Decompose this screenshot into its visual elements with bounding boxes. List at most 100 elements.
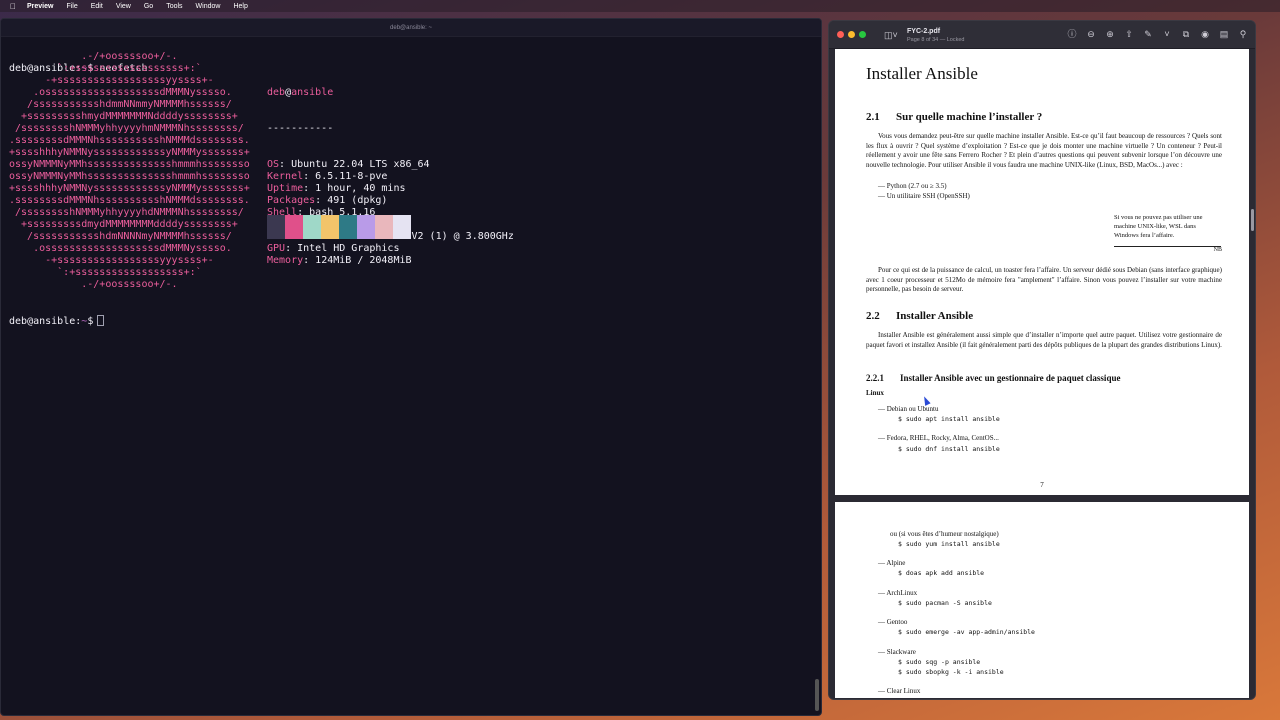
preview-toolbar: ◫˅ FYC-2.pdf Page 8 of 34 — Locked ⓘ ⊖ ⊕…	[829, 21, 1255, 49]
code-slackware-1: $ sudo sqg -p ansible	[898, 658, 981, 666]
info-value: 1 hour, 40 mins	[315, 183, 406, 194]
zoom-in-icon[interactable]: ⊕	[1104, 29, 1116, 39]
info-row: Uptime: 1 hour, 40 mins	[267, 183, 514, 195]
info-row: GPU: Intel HD Graphics	[267, 243, 514, 255]
palette-swatch	[267, 215, 285, 239]
info-colon: :	[279, 159, 292, 170]
info-icon[interactable]: ⓘ	[1066, 29, 1078, 39]
info-row: Memory: 124MiB / 2048MiB	[267, 255, 514, 267]
prompt-line-active[interactable]: deb@ansible:~$	[9, 315, 105, 328]
ascii-art-line: .osssssssssssssssssssdMMMNysssso.	[9, 243, 232, 254]
info-key: Uptime	[267, 183, 304, 194]
zoom-out-icon[interactable]: ⊖	[1085, 29, 1097, 39]
ascii-art-line: /ssssssssssshdmmNNmmyNMMMMhssssss/	[9, 99, 232, 110]
ascii-art-line: .osssssssssssssssssssdMMMNysssso.	[9, 87, 232, 98]
menu-view[interactable]: View	[116, 3, 131, 10]
terminal-title-bar[interactable]: deb@ansible: ~	[1, 19, 821, 37]
info-value: 6.5.11-8-pve	[315, 171, 388, 182]
palette-swatch	[285, 215, 303, 239]
terminal-output[interactable]: deb@ansible:~$ neofetch .-/+oossssoo+/-.…	[9, 39, 813, 715]
info-colon: :	[315, 195, 328, 206]
search-icon[interactable]: ⚲	[1237, 29, 1249, 39]
ascii-art-line: /sssssssshNMMMyhhyyyyhdNMMMNhssssssss/	[9, 207, 244, 218]
section-2-1-heading: 2.1 Sur quelle machine l’installer ?	[866, 111, 1042, 123]
info-user: deb	[267, 87, 286, 98]
ascii-art-line: +sssssssssdmydMMMMMMMMddddyssssssss+	[9, 219, 238, 230]
info-host: ansible	[291, 87, 334, 98]
info-value: 124MiB / 2048MiB	[315, 255, 412, 266]
pdf-scrollbar[interactable]	[1251, 209, 1254, 231]
info-key: GPU	[267, 243, 286, 254]
section-title: Installer Ansible	[896, 310, 974, 322]
close-button[interactable]	[837, 31, 844, 38]
ascii-art-line: .ssssssssdMMMNhsssssssssshNMMMdssssssss.	[9, 195, 250, 206]
info-header: deb@ansible	[267, 87, 514, 99]
pdf-page-7[interactable]: Installer Ansible 2.1 Sur quelle machine …	[835, 49, 1249, 495]
menu-go[interactable]: Go	[144, 3, 153, 10]
bullet-fedora: — Fedora, RHEL, Rocky, Alma, CentOS...	[878, 434, 999, 442]
section-2-2-1-heading: 2.2.1 Installer Ansible avec un gestionna…	[866, 373, 1120, 383]
menu-edit[interactable]: Edit	[91, 3, 103, 10]
share-icon[interactable]: ⇧	[1123, 29, 1135, 39]
section-title: Installer Ansible avec un gestionnaire d…	[900, 373, 1121, 383]
terminal-scrollbar[interactable]	[815, 679, 819, 711]
menu-file[interactable]: File	[66, 3, 77, 10]
code-debian: $ sudo apt install ansible	[898, 415, 1000, 423]
bullet-arch: — ArchLinux	[878, 589, 918, 597]
document-subtitle: Page 8 of 34 — Locked	[907, 37, 965, 43]
text-cursor	[97, 315, 105, 326]
bullet-debian: — Debian ou Ubuntu	[878, 405, 939, 413]
paragraph: Installer Ansible est généralement aussi…	[866, 331, 1222, 349]
apple-icon[interactable]: 	[9, 2, 17, 11]
ascii-art-line: -+ssssssssssssssssssyyssss+-	[9, 75, 214, 86]
paragraph: Pour ce qui est de la puissance de calcu…	[866, 266, 1222, 294]
annotate-icon[interactable]: ◉	[1199, 29, 1211, 39]
chapter-title: Installer Ansible	[866, 64, 978, 83]
code-fedora: $ sudo dnf install ansible	[898, 445, 1000, 453]
section-2-2-heading: 2.2 Installer Ansible	[866, 310, 973, 322]
page-number: 7	[1040, 481, 1044, 489]
markup-pen-icon[interactable]: ✎	[1142, 29, 1154, 39]
palette-swatch	[375, 215, 393, 239]
chevron-down-icon[interactable]: ˅	[1161, 29, 1173, 39]
zoom-button[interactable]	[859, 31, 866, 38]
form-icon[interactable]: ▤	[1218, 29, 1230, 39]
ascii-art-line: +sssshhhyNMMNyssssssssssssyNMMMysssssss+	[9, 183, 250, 194]
info-value: 491 (dpkg)	[327, 195, 388, 206]
bullet-ssh: — Un utilitaire SSH (OpenSSH)	[878, 192, 970, 200]
ubuntu-ascii-logo: .-/+oossssoo+/-. `:+ssssssssssssssssss+:…	[9, 51, 250, 291]
ascii-art-line: `:+ssssssssssssssssss+:`	[9, 267, 202, 278]
bullet-alpine: — Alpine	[878, 559, 906, 567]
menu-help[interactable]: Help	[233, 3, 247, 10]
menu-window[interactable]: Window	[196, 3, 221, 10]
pdf-page-8[interactable]: ou (si vous êtes d’humeur nostalgique) $…	[835, 502, 1249, 698]
pdf-viewer[interactable]: Installer Ansible 2.1 Sur quelle machine …	[829, 49, 1255, 699]
document-title: FYC-2.pdf	[907, 28, 941, 35]
ascii-art-line: -+sssssssssssssssssyyyssss+-	[9, 255, 214, 266]
info-colon: :	[303, 255, 316, 266]
code-gentoo: $ sudo emerge -av app-admin/ansible	[898, 628, 1035, 636]
menu-tools[interactable]: Tools	[166, 3, 182, 10]
menu-bar:  Preview File Edit View Go Tools Window…	[0, 0, 1280, 12]
prompt-user: deb	[9, 316, 28, 327]
info-row: Packages: 491 (dpkg)	[267, 195, 514, 207]
palette-swatch	[303, 215, 321, 239]
section-number: 2.1	[866, 111, 880, 123]
ascii-art-line: /ssssssssssshdmNNNNmyNMMMMhssssss/	[9, 231, 232, 242]
info-row: Kernel: 6.5.11-8-pve	[267, 171, 514, 183]
info-key: Packages	[267, 195, 316, 206]
ascii-art-line: .ssssssssdMMMNhsssssssssshNMMMdssssssss.	[9, 135, 250, 146]
menu-preview[interactable]: Preview	[27, 3, 53, 10]
linux-label: Linux	[866, 389, 884, 397]
ascii-art-line: /sssssssshNMMMyhhyyyyhmNMMMNhssssssss/	[9, 123, 244, 134]
preview-window[interactable]: ◫˅ FYC-2.pdf Page 8 of 34 — Locked ⓘ ⊖ ⊕…	[828, 20, 1256, 700]
info-rows: OS: Ubuntu 22.04 LTS x86_64 Kernel: 6.5.1…	[267, 159, 514, 267]
rotate-icon[interactable]: ⧉	[1180, 29, 1192, 39]
minimize-button[interactable]	[848, 31, 855, 38]
info-divider: -----------	[267, 123, 334, 134]
paragraph: Vous vous demandez peut-être sur quelle …	[866, 132, 1222, 170]
info-value: Ubuntu 22.04 LTS x86_64	[291, 159, 430, 170]
sidebar-toggle-icon[interactable]: ◫˅	[884, 30, 900, 40]
bullet-python: — Python (2.7 ou ≥ 3.5)	[878, 182, 947, 190]
terminal-window[interactable]: deb@ansible: ~ deb@ansible:~$ neofetch .…	[0, 18, 822, 716]
